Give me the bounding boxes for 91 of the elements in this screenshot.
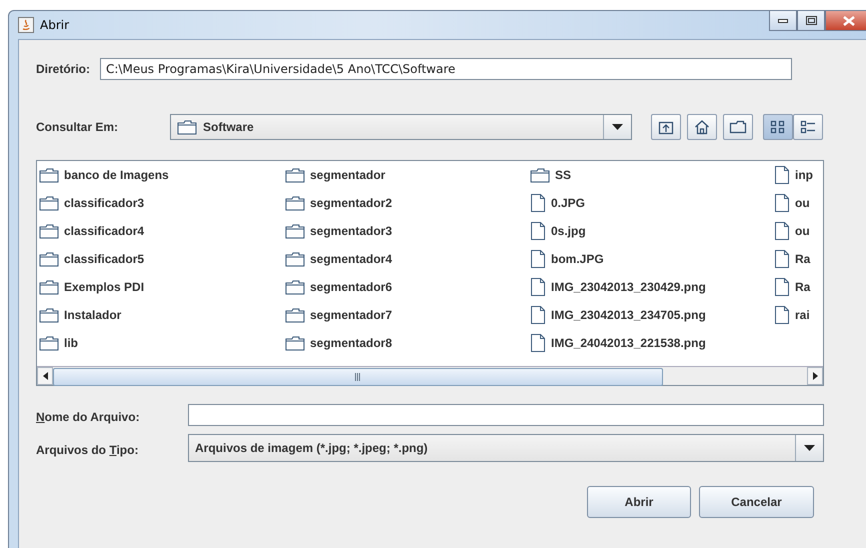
file-item[interactable]: inp [795, 168, 813, 182]
home-button[interactable] [687, 114, 717, 140]
up-folder-icon [658, 119, 674, 135]
field-label: Nome do Arquivo: [36, 410, 140, 424]
file-icon [774, 249, 790, 269]
caret-icon [612, 124, 623, 130]
file-item[interactable]: segmentador6 [310, 280, 392, 294]
folder-icon [285, 168, 305, 182]
look-in-label: Consultar Em: [36, 120, 120, 134]
file-item[interactable]: segmentador8 [310, 336, 392, 350]
file-icon [774, 277, 790, 297]
file-item[interactable]: Ra [795, 280, 810, 294]
file-item[interactable]: ou [795, 196, 810, 210]
folder-icon [285, 280, 305, 294]
caret-icon [804, 445, 815, 451]
look-in-dropdown[interactable]: Software [170, 114, 632, 140]
open-button[interactable]: Abrir [587, 486, 691, 518]
file-icon [530, 193, 546, 213]
file-item[interactable]: Exemplos PDI [64, 280, 144, 294]
file-name-field[interactable] [188, 404, 824, 426]
folder-icon [285, 196, 305, 210]
file-item[interactable]: segmentador3 [310, 224, 392, 238]
up-button[interactable] [651, 114, 681, 140]
file-item[interactable]: IMG_23042013_230429.png [551, 280, 706, 294]
dropdown-button[interactable] [603, 115, 631, 139]
cancel-button[interactable]: Cancelar [699, 486, 814, 518]
file-icon [774, 165, 790, 185]
directory-label: Diretório: [36, 62, 90, 76]
right-arrow-icon [812, 372, 818, 380]
scroll-left-button[interactable] [37, 367, 53, 385]
minimize-icon [778, 18, 788, 22]
window-title: Abrir [40, 18, 70, 32]
maximize-button[interactable] [797, 11, 825, 31]
file-item[interactable]: classificador4 [64, 224, 144, 238]
file-icon [530, 277, 546, 297]
file-item[interactable]: segmentador4 [310, 252, 392, 266]
file-icon [774, 305, 790, 325]
close-icon [843, 16, 855, 26]
list-view-button[interactable] [763, 114, 793, 140]
folder-icon [39, 224, 59, 238]
folder-icon [285, 252, 305, 266]
file-item[interactable]: 0s.jpg [551, 224, 586, 238]
file-item[interactable]: Ra [795, 252, 810, 266]
dropdown-button[interactable] [795, 435, 823, 461]
minimize-button[interactable] [769, 11, 797, 31]
file-item[interactable]: segmentador2 [310, 196, 392, 210]
file-item[interactable]: IMG_24042013_221538.png [551, 336, 706, 350]
file-item[interactable]: banco de Imagens [64, 168, 169, 182]
file-item[interactable]: classificador3 [64, 196, 144, 210]
left-arrow-icon [42, 372, 48, 380]
scroll-right-button[interactable] [807, 367, 823, 385]
file-item[interactable]: SS [555, 168, 572, 182]
list-view-icon [770, 119, 786, 135]
details-view-button[interactable] [793, 114, 823, 140]
folder-icon [39, 252, 59, 266]
file-item[interactable]: rai [795, 308, 810, 322]
close-button[interactable] [825, 11, 866, 31]
file-item[interactable]: classificador5 [64, 252, 144, 266]
details-view-icon [800, 119, 816, 135]
file-icon [530, 221, 546, 241]
file-item[interactable]: lib [64, 336, 78, 350]
field-label: Arquivos do Tipo: [36, 442, 138, 456]
file-icon [530, 305, 546, 325]
file-item[interactable]: ou [795, 224, 810, 238]
file-icon [530, 333, 546, 353]
folder-icon [285, 308, 305, 322]
file-icon [774, 221, 790, 241]
folder-icon [177, 120, 197, 134]
scrollbar-thumb[interactable] [53, 368, 663, 386]
file-item[interactable]: bom.JPG [551, 252, 604, 266]
folder-icon [729, 120, 747, 134]
maximize-icon [806, 16, 816, 25]
file-item[interactable]: segmentador [310, 168, 386, 182]
file-item[interactable]: Instalador [64, 308, 122, 322]
folder-icon [39, 308, 59, 322]
folder-icon [530, 168, 550, 182]
file-item[interactable]: 0.JPG [551, 196, 586, 210]
folder-icon [39, 168, 59, 182]
directory-field[interactable]: C:\Meus Programas\Kira\Universidade\5 Ano\TCC\Software [100, 58, 792, 80]
folder-icon [285, 224, 305, 238]
file-item[interactable]: segmentador7 [310, 308, 392, 322]
folder-icon [39, 196, 59, 210]
file-item[interactable]: IMG_23042013_234705.png [551, 308, 706, 322]
folder-icon [39, 336, 59, 350]
file-icon [774, 193, 790, 213]
folder-icon [39, 280, 59, 294]
file-icon [530, 249, 546, 269]
home-icon [694, 119, 710, 135]
file-type-dropdown[interactable]: Arquivos de imagem (*.jpg; *.jpeg; *.png) [188, 434, 824, 462]
folder-icon [285, 336, 305, 350]
new-folder-button[interactable] [723, 114, 753, 140]
